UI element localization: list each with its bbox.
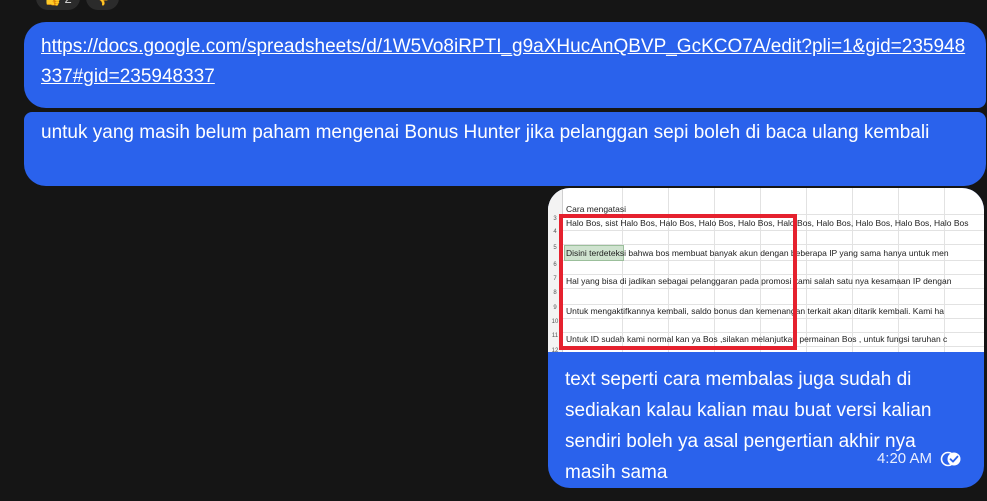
read-receipt-icon <box>940 451 961 467</box>
message-time: 4:20 AM <box>876 450 932 467</box>
thumbs-up-icon: 👍 <box>44 0 61 7</box>
reactions-bar: 👍 2 👎 <box>36 0 120 10</box>
thumbs-down-icon: 👎 <box>94 0 111 7</box>
sheet-cell: Cara mengatasi <box>566 204 627 214</box>
reaction-thumbs-up[interactable]: 👍 2 <box>36 0 80 10</box>
spreadsheet-link[interactable]: https://docs.google.com/spreadsheets/d/1… <box>41 36 965 87</box>
message-bubble-image[interactable]: 3 4 5 6 7 8 9 10 11 12 Cara mengatasi Ha… <box>548 188 984 488</box>
reaction-thumbs-down[interactable]: 👎 <box>85 0 120 10</box>
reaction-count: 2 <box>64 0 71 6</box>
message-bubble-text: untuk yang masih belum paham mengenai Bo… <box>24 112 986 186</box>
message-text: untuk yang masih belum paham mengenai Bo… <box>41 122 930 143</box>
message-meta: 4:20 AM <box>877 444 962 474</box>
highlight-box <box>559 214 797 350</box>
spreadsheet-screenshot[interactable]: 3 4 5 6 7 8 9 10 11 12 Cara mengatasi Ha… <box>548 188 984 352</box>
message-bubble-link: https://docs.google.com/spreadsheets/d/1… <box>24 22 986 108</box>
